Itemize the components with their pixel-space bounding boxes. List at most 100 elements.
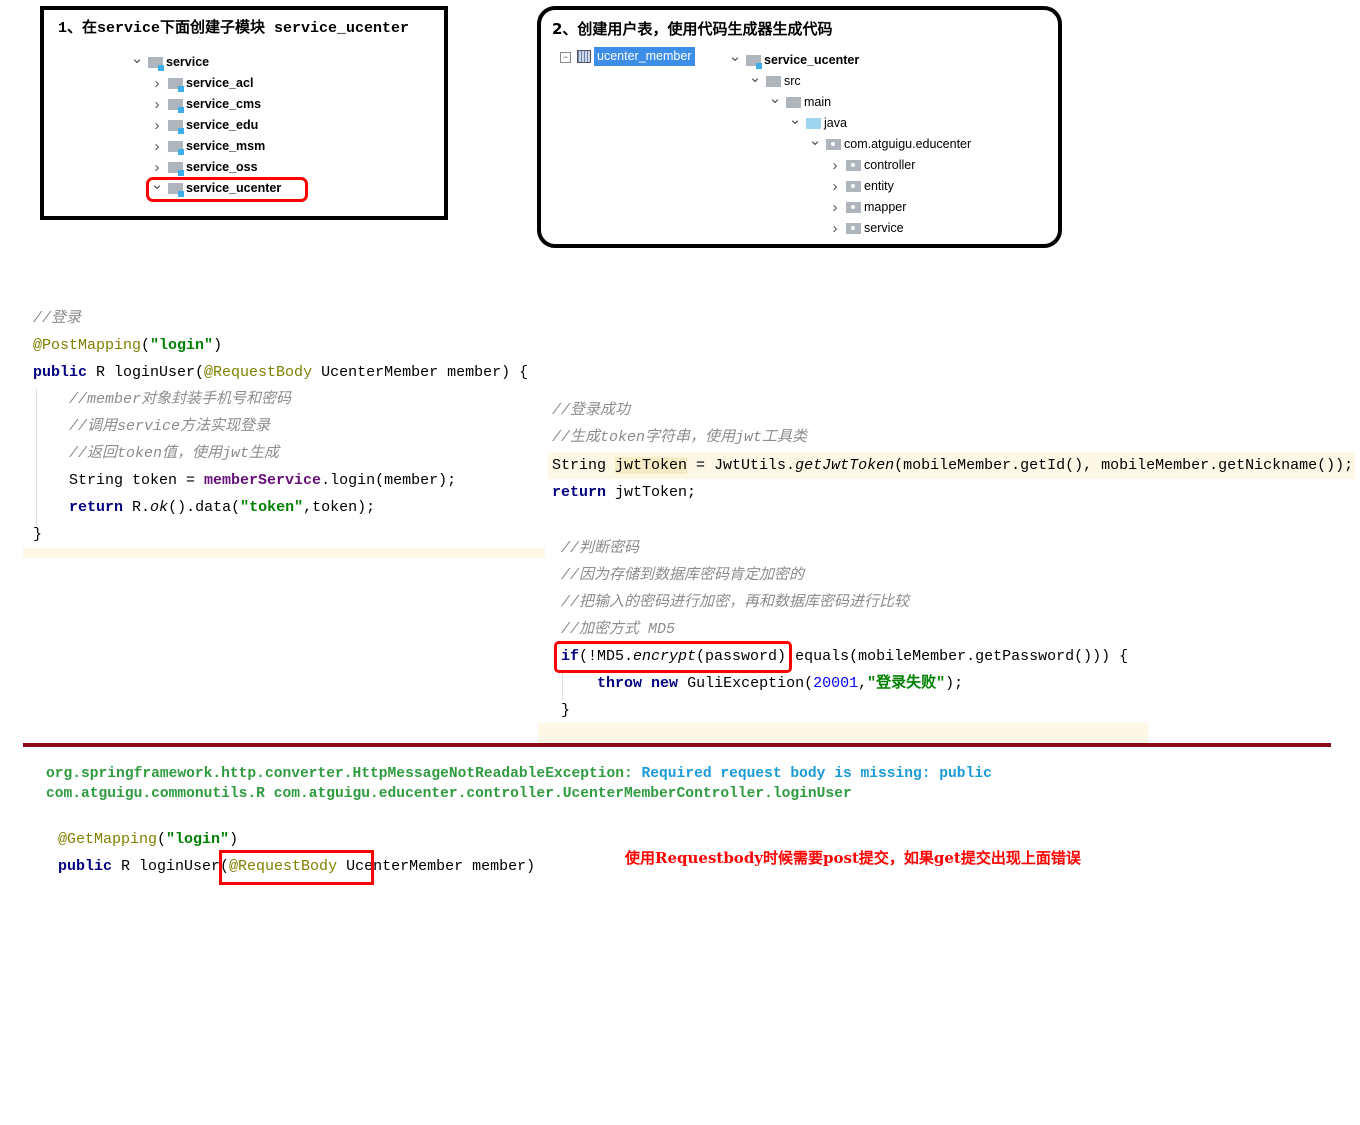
tree-item[interactable]: › service_oss	[150, 157, 258, 177]
tree-item[interactable]: › controller	[828, 155, 916, 175]
code-token-number: 20001	[813, 675, 859, 692]
tree-item[interactable]: › service_edu	[150, 115, 258, 135]
tree-item[interactable]: ⌄ service	[130, 49, 209, 72]
tree-item[interactable]: ⌄ src	[748, 68, 801, 91]
code-token-plain: )	[229, 831, 239, 848]
code-line: String jwtToken = JwtUtils.getJwtToken(m…	[552, 455, 1353, 477]
code-token-keyword: return	[69, 499, 124, 516]
folder-icon	[846, 180, 861, 192]
folder-icon	[786, 96, 801, 108]
chevron-right-icon[interactable]: ›	[150, 138, 164, 155]
tree-item-label: service_cms	[186, 97, 262, 111]
code-token-plain: String	[552, 456, 616, 474]
code-line: String token = memberService.login(membe…	[33, 470, 456, 492]
code-token-plain: .login(member);	[321, 472, 457, 489]
tree-item[interactable]: › service_acl	[150, 73, 253, 93]
code-token-keyword: throw	[597, 675, 643, 692]
tree-item-label: service	[864, 221, 904, 235]
tree-item[interactable]: ⌄ java	[788, 110, 847, 133]
code-token-plain: (	[141, 337, 151, 354]
chevron-right-icon[interactable]: ›	[828, 199, 842, 216]
chevron-right-icon[interactable]: ›	[150, 75, 164, 92]
code-line: public R loginUser(@RequestBody UcenterM…	[33, 362, 528, 384]
tree-item[interactable]: › service	[828, 218, 904, 238]
chevron-right-icon[interactable]: ›	[828, 220, 842, 237]
tree-item[interactable]: › entity	[828, 176, 894, 196]
collapse-icon[interactable]: −	[560, 52, 571, 63]
chevron-down-icon[interactable]: ⌄	[768, 89, 782, 107]
error-message-line1: org.springframework.http.converter.HttpM…	[46, 766, 992, 782]
chevron-right-icon[interactable]: ›	[828, 157, 842, 174]
code-token-string: "login"	[166, 831, 230, 848]
code-token-comment: //因为存储到数据库密码肯定加密的	[561, 567, 805, 584]
tree-item-label: service_msm	[186, 139, 266, 153]
error-exception-class: org.springframework.http.converter.HttpM…	[46, 766, 642, 782]
db-table-ucenter-member[interactable]: ucenter_member	[594, 47, 695, 66]
tree-item[interactable]: ⌄ service_ucenter	[728, 47, 860, 70]
code-token-plain: (	[157, 831, 167, 848]
chevron-right-icon[interactable]: ›	[828, 178, 842, 195]
folder-icon	[806, 117, 821, 129]
code-token-keyword: new	[651, 675, 679, 692]
tree-item-label: src	[784, 74, 801, 88]
code-token-comment: //member对象封装手机号和密码	[69, 391, 292, 408]
editor-current-line-band	[538, 723, 1148, 743]
tree-item-label: service_edu	[186, 118, 259, 132]
chevron-right-icon[interactable]: ›	[150, 159, 164, 176]
tree-item[interactable]: › service_cms	[150, 94, 261, 114]
code-token-plain: )	[213, 337, 223, 354]
code-token-comment: //把输入的密码进行加密，再和数据库密码进行比较	[561, 594, 910, 611]
code-token-static: getJwtToken	[795, 456, 895, 474]
folder-icon	[168, 140, 184, 155]
code-line: //把输入的密码进行加密，再和数据库密码进行比较	[561, 592, 909, 614]
code-token-comment: //加密方式 MD5	[561, 621, 676, 638]
code-token-plain: ,	[858, 675, 868, 692]
chevron-down-icon[interactable]: ⌄	[130, 49, 144, 67]
code-line: //返回token值，使用jwt生成	[33, 443, 279, 465]
code-line: //生成token字符串，使用jwt工具类	[552, 427, 807, 449]
code-token-keyword: public	[58, 858, 113, 875]
chevron-down-icon[interactable]: ⌄	[808, 131, 822, 149]
code-token-string: "token"	[240, 499, 304, 516]
chevron-right-icon[interactable]: ›	[150, 96, 164, 113]
code-token-comment: //判断密码	[561, 540, 640, 557]
code-line: //登录成功	[552, 400, 630, 422]
chevron-down-icon[interactable]: ⌄	[788, 110, 802, 128]
editor-current-line-band	[23, 548, 545, 558]
section-divider	[23, 743, 1331, 747]
chevron-right-icon[interactable]: ›	[150, 117, 164, 134]
chevron-down-icon[interactable]: ⌄	[728, 47, 742, 65]
highlight-request-body	[219, 850, 374, 885]
code-line: //登录	[33, 308, 81, 330]
error-message-line2: com.atguigu.commonutils.R com.atguigu.ed…	[46, 786, 852, 802]
tree-item-label: entity	[864, 179, 894, 193]
code-token-plain: R.	[123, 499, 151, 516]
tree-item-label: service_acl	[186, 76, 254, 90]
tree-item-label: java	[824, 116, 847, 130]
folder-icon	[168, 119, 184, 134]
code-token-plain: GuliException(	[678, 675, 814, 692]
code-token-plain: jwtToken;	[606, 483, 697, 501]
highlight-md5-encrypt	[554, 641, 792, 673]
code-token-comment: //调用service方法实现登录	[69, 418, 271, 435]
code-token-comment: //返回token值，使用jwt生成	[69, 445, 280, 462]
step1-title: 1、在service下面创建子模块 service_ucenter	[58, 20, 410, 37]
chevron-down-icon[interactable]: ⌄	[748, 68, 762, 86]
folder-icon	[746, 54, 762, 69]
code-token-plain: R loginUser(	[112, 858, 230, 875]
tree-item[interactable]: › mapper	[828, 197, 907, 217]
tree-item[interactable]: ⌄ com.atguigu.educenter	[808, 131, 971, 154]
code-token-hl: jwtToken	[615, 456, 688, 474]
tree-item-label: service_ucenter	[764, 53, 860, 67]
tree-item[interactable]: ⌄ main	[768, 89, 831, 112]
code-token-plain: UcenterMember member) {	[312, 364, 529, 381]
code-line: //调用service方法实现登录	[33, 416, 270, 438]
code-token-comment: //生成token字符串，使用jwt工具类	[552, 429, 808, 447]
folder-icon	[846, 201, 861, 213]
code-line: @PostMapping("login")	[33, 335, 222, 357]
tree-item[interactable]: › service_msm	[150, 136, 265, 156]
code-token-plain: ().data(	[168, 499, 241, 516]
code-line: throw new GuliException(20001,"登录失败");	[561, 673, 963, 695]
